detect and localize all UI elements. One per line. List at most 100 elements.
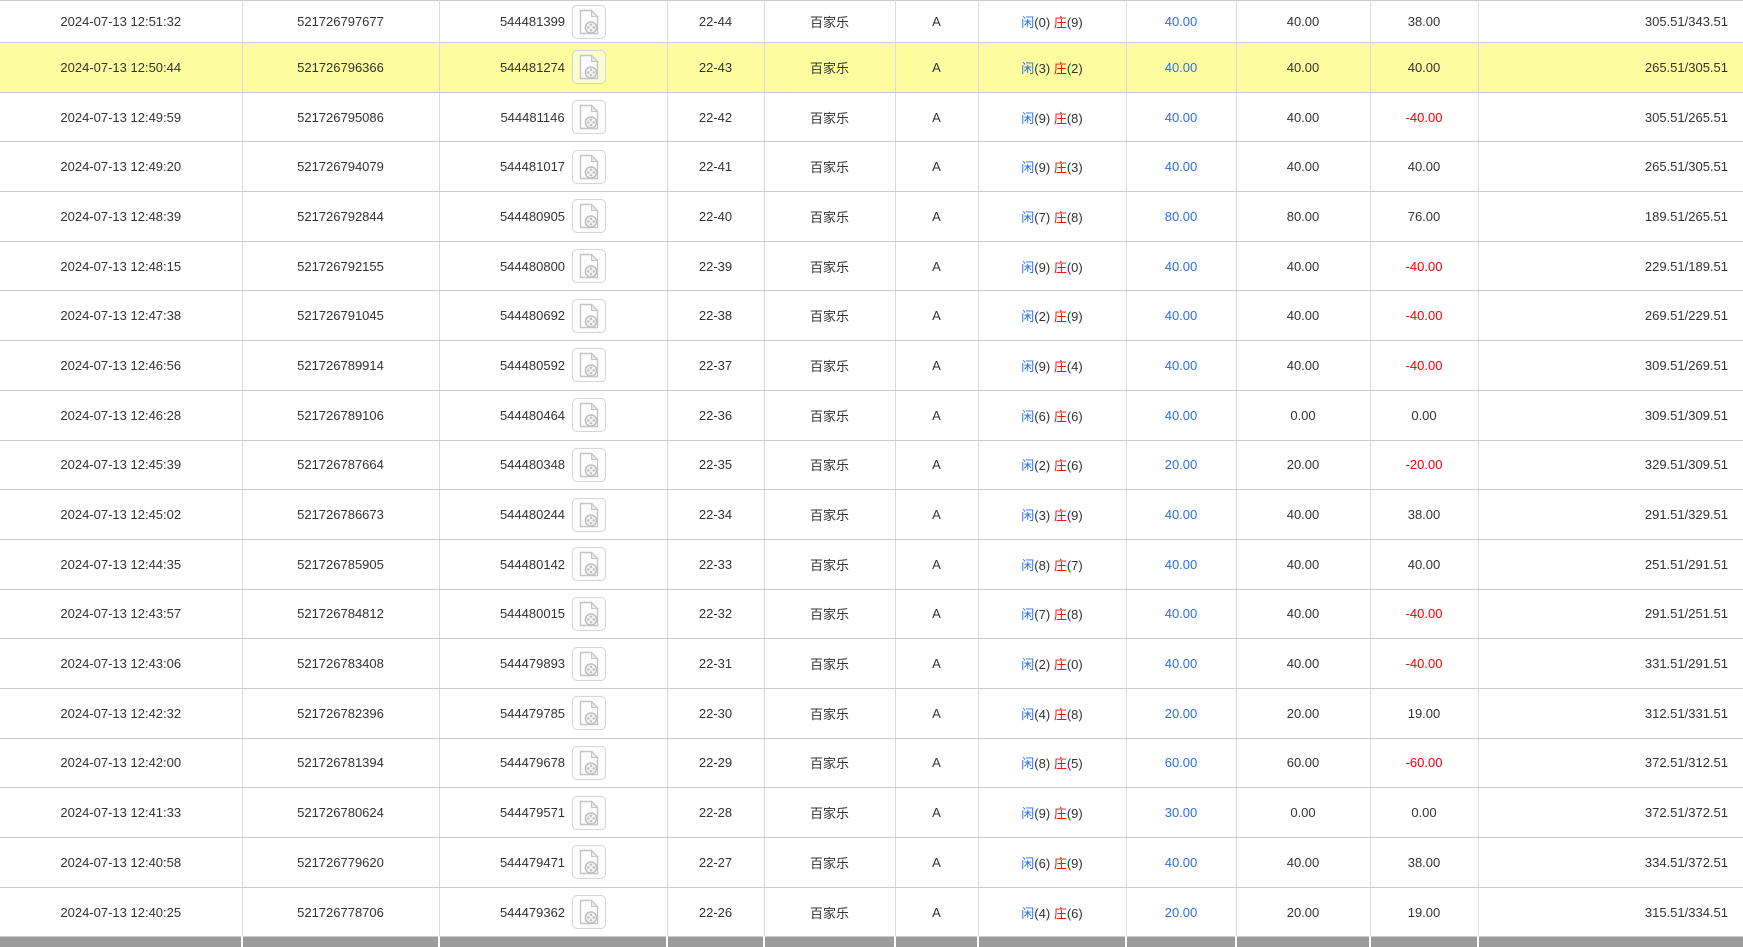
table-row[interactable]: 2024-07-13 12:48:15 521726792155 5444808…: [0, 241, 1743, 291]
cell-win-loss: 40.00: [1370, 43, 1478, 93]
cell-order-number: 521726789106: [242, 390, 439, 440]
video-replay-button[interactable]: [572, 398, 606, 432]
player-result-score: (6): [1034, 409, 1050, 424]
video-replay-button[interactable]: [572, 150, 606, 184]
cell-game-type: 百家乐: [764, 887, 895, 937]
table-row[interactable]: 2024-07-13 12:40:25 521726778706 5444793…: [0, 887, 1743, 937]
table-row[interactable]: 2024-07-13 12:41:33 521726780624 5444795…: [0, 788, 1743, 838]
cell-valid-bet: 40.00: [1236, 291, 1370, 341]
player-result-label: 闲: [1021, 607, 1034, 622]
cell-valid-bet: 40.00: [1236, 241, 1370, 291]
cell-desk: A: [895, 192, 978, 242]
banker-result-label: 庄: [1054, 806, 1067, 821]
cell-win-loss: -20.00: [1370, 440, 1478, 490]
table-row[interactable]: 2024-07-13 12:43:57 521726784812 5444800…: [0, 589, 1743, 639]
round-number: 544480592: [500, 358, 565, 373]
player-result-label: 闲: [1021, 657, 1034, 672]
cell-shoe-round: 22-35: [667, 440, 764, 490]
video-replay-icon: [578, 104, 600, 130]
table-row[interactable]: 2024-07-13 12:47:38 521726791045 5444806…: [0, 291, 1743, 341]
video-replay-button[interactable]: [572, 498, 606, 532]
cell-game-result: 闲(8) 庄(5): [978, 738, 1126, 788]
cell-desk: A: [895, 241, 978, 291]
video-replay-button[interactable]: [572, 50, 606, 84]
cell-desk: A: [895, 539, 978, 589]
table-row[interactable]: 2024-07-13 12:46:56 521726789914 5444805…: [0, 341, 1743, 391]
cell-shoe-round: 22-42: [667, 92, 764, 142]
cell-bet-time: 2024-07-13 12:48:15: [0, 241, 242, 291]
banker-result-score: (6): [1067, 906, 1083, 921]
cell-bet-amount: 40.00: [1126, 291, 1236, 341]
cell-desk: A: [895, 92, 978, 142]
banker-result-score: (6): [1067, 458, 1083, 473]
table-row[interactable]: 2024-07-13 12:45:39 521726787664 5444803…: [0, 440, 1743, 490]
banker-result-label: 庄: [1054, 508, 1067, 523]
cell-shoe-round: 22-27: [667, 838, 764, 888]
cell-game-result: 闲(0) 庄(9): [978, 1, 1126, 43]
banker-result-score: (8): [1067, 210, 1083, 225]
video-replay-button[interactable]: [572, 647, 606, 681]
table-row[interactable]: 2024-07-13 12:50:44 521726796366 5444812…: [0, 43, 1743, 93]
cell-round-number: 544480348: [439, 440, 667, 490]
round-number: 544481399: [500, 14, 565, 29]
video-replay-icon: [578, 452, 600, 478]
player-result-label: 闲: [1021, 856, 1034, 871]
cell-game-result: 闲(9) 庄(9): [978, 788, 1126, 838]
video-replay-button[interactable]: [572, 249, 606, 283]
table-row[interactable]: 2024-07-13 12:48:39 521726792844 5444809…: [0, 192, 1743, 242]
table-row[interactable]: 2024-07-13 12:43:06 521726783408 5444798…: [0, 639, 1743, 689]
cell-balance: 312.51/331.51: [1478, 688, 1743, 738]
cell-valid-bet: 40.00: [1236, 43, 1370, 93]
video-replay-button[interactable]: [572, 696, 606, 730]
table-row[interactable]: 2024-07-13 12:44:35 521726785905 5444801…: [0, 539, 1743, 589]
cell-order-number: 521726795086: [242, 92, 439, 142]
video-replay-button[interactable]: [572, 100, 606, 134]
player-result-score: (6): [1034, 856, 1050, 871]
video-replay-icon: [578, 253, 600, 279]
video-replay-button[interactable]: [572, 5, 606, 39]
cell-balance: 315.51/334.51: [1478, 887, 1743, 937]
video-replay-button[interactable]: [572, 199, 606, 233]
video-replay-button[interactable]: [572, 597, 606, 631]
cell-desk: A: [895, 838, 978, 888]
cell-valid-bet: 60.00: [1236, 738, 1370, 788]
cell-win-loss: -40.00: [1370, 341, 1478, 391]
video-replay-button[interactable]: [572, 299, 606, 333]
banker-result-label: 庄: [1054, 707, 1067, 722]
round-number: 544480800: [500, 259, 565, 274]
round-number: 544480244: [500, 507, 565, 522]
round-number: 544479471: [500, 855, 565, 870]
cell-order-number: 521726796366: [242, 43, 439, 93]
video-replay-button[interactable]: [572, 348, 606, 382]
cell-balance: 291.51/329.51: [1478, 490, 1743, 540]
player-result-score: (9): [1034, 806, 1050, 821]
table-row[interactable]: 2024-07-13 12:40:58 521726779620 5444794…: [0, 838, 1743, 888]
table-row[interactable]: 2024-07-13 12:45:02 521726786673 5444802…: [0, 490, 1743, 540]
video-replay-button[interactable]: [572, 845, 606, 879]
table-row[interactable]: 2024-07-13 12:51:32 521726797677 5444813…: [0, 1, 1743, 43]
video-replay-button[interactable]: [572, 547, 606, 581]
video-replay-button[interactable]: [572, 448, 606, 482]
video-replay-button[interactable]: [572, 746, 606, 780]
player-result-score: (0): [1034, 15, 1050, 30]
cell-balance: 291.51/251.51: [1478, 589, 1743, 639]
cell-round-number: 544480142: [439, 539, 667, 589]
cell-desk: A: [895, 341, 978, 391]
table-row[interactable]: 2024-07-13 12:42:32 521726782396 5444797…: [0, 688, 1743, 738]
cell-game-result: 闲(9) 庄(3): [978, 142, 1126, 192]
video-replay-button[interactable]: [572, 895, 606, 929]
table-row[interactable]: 2024-07-13 12:49:59 521726795086 5444811…: [0, 92, 1743, 142]
video-replay-button[interactable]: [572, 796, 606, 830]
table-row[interactable]: 2024-07-13 12:42:00 521726781394 5444796…: [0, 738, 1743, 788]
table-row[interactable]: 2024-07-13 12:49:20 521726794079 5444810…: [0, 142, 1743, 192]
cell-valid-bet: 40.00: [1236, 539, 1370, 589]
banker-result-label: 庄: [1054, 906, 1067, 921]
cell-shoe-round: 22-30: [667, 688, 764, 738]
banker-result-score: (0): [1067, 260, 1083, 275]
cell-bet-time: 2024-07-13 12:42:00: [0, 738, 242, 788]
cell-win-loss: 38.00: [1370, 1, 1478, 43]
cell-shoe-round: 22-33: [667, 539, 764, 589]
cell-game-result: 闲(9) 庄(0): [978, 241, 1126, 291]
table-row[interactable]: 2024-07-13 12:46:28 521726789106 5444804…: [0, 390, 1743, 440]
cell-bet-amount: 40.00: [1126, 838, 1236, 888]
